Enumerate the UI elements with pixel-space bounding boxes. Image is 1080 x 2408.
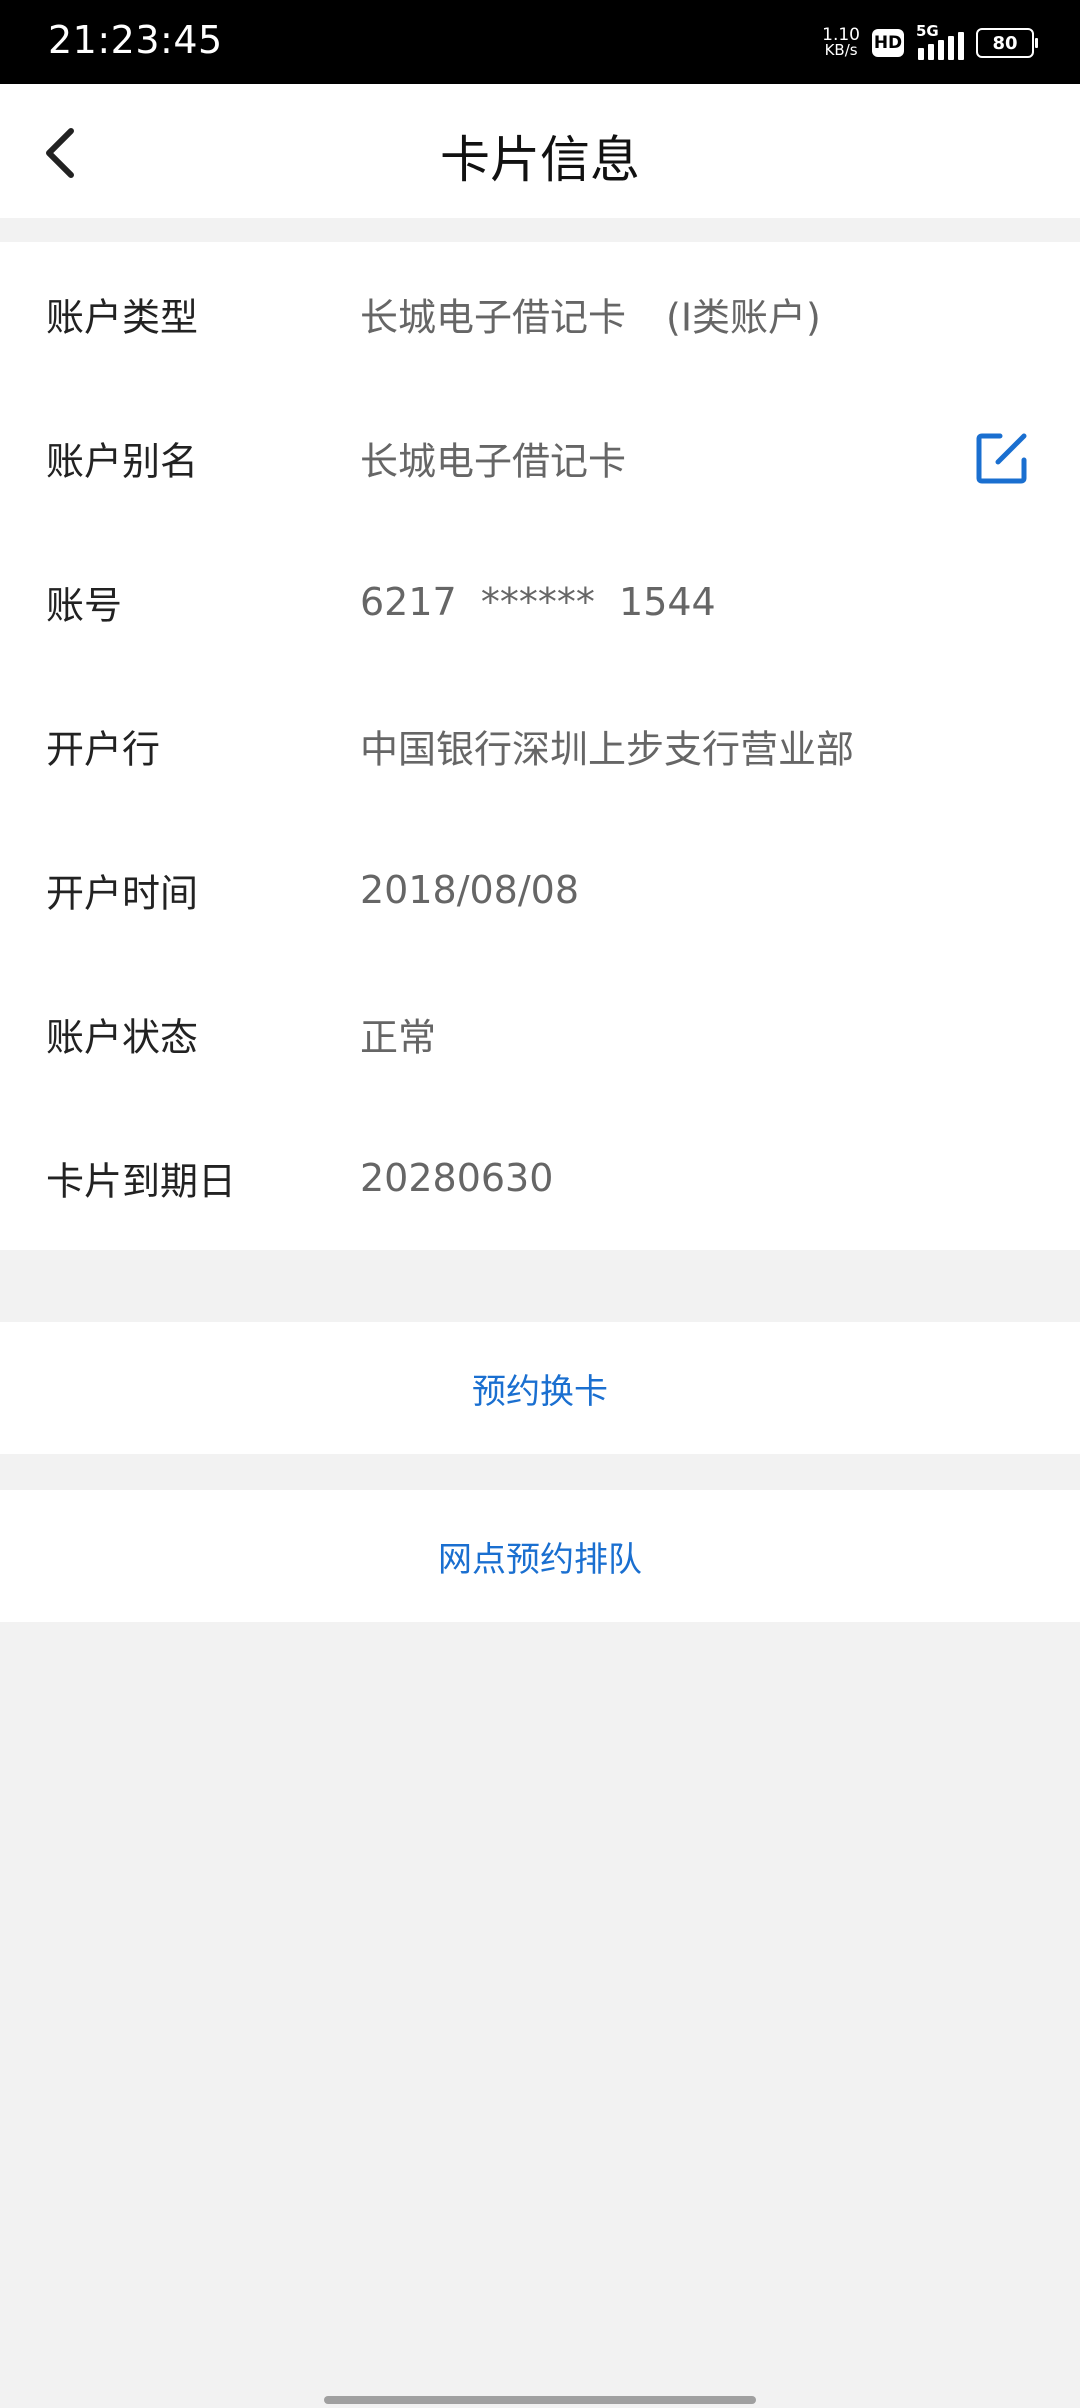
branch-queue-reservation-button[interactable]: 网点预约排队 [0, 1490, 1080, 1622]
edit-square-icon [976, 433, 1027, 484]
row-label: 开户行 [46, 727, 161, 772]
edit-alias-button[interactable] [974, 430, 1030, 486]
info-row-account-type: 账户类型 长城电子借记卡 (I类账户) [0, 242, 1080, 386]
row-label: 开户时间 [46, 871, 199, 916]
account-class-value: (I类账户) [666, 295, 821, 340]
account-alias-value: 长城电子借记卡 [360, 439, 627, 484]
opening-date-value: 2018/08/08 [360, 868, 580, 912]
row-label: 账户类型 [46, 295, 199, 340]
navigation-bar: 卡片信息 [0, 84, 1080, 218]
info-row-account-alias: 账户别名 长城电子借记卡 [0, 386, 1080, 530]
card-expiry-value: 20280630 [360, 1156, 554, 1200]
card-info-list: 账户类型 长城电子借记卡 (I类账户) 账户别名 长城电子借记卡 账号 6217 … [0, 242, 1080, 1250]
page-title: 卡片信息 [440, 131, 640, 189]
row-label: 账号 [46, 583, 123, 628]
status-icons: 1.10 KB/s HD 5G 80 [822, 22, 1038, 64]
info-row-opening-date: 开户时间 2018/08/08 [0, 818, 1080, 962]
status-bar: 21:23:45 1.10 KB/s HD 5G 80 [0, 0, 1080, 84]
info-row-account-status: 账户状态 正常 [0, 962, 1080, 1106]
reserve-card-replacement-button[interactable]: 预约换卡 [0, 1322, 1080, 1454]
row-label: 账户别名 [46, 439, 199, 484]
network-type-label: 5G [916, 22, 939, 40]
hd-icon: HD [872, 29, 904, 57]
status-time: 21:23:45 [48, 18, 223, 62]
account-type-value: 长城电子借记卡 [360, 295, 627, 340]
info-row-account-number: 账号 6217 ****** 1544 [0, 530, 1080, 674]
battery-icon: 80 [976, 28, 1038, 58]
info-row-opening-branch: 开户行 中国银行深圳上步支行营业部 [0, 674, 1080, 818]
battery-level: 80 [992, 32, 1018, 54]
home-indicator[interactable] [324, 2396, 756, 2404]
opening-branch-value: 中国银行深圳上步支行营业部 [360, 727, 855, 772]
row-value: 长城电子借记卡 (I类账户) [360, 287, 821, 342]
account-status-value: 正常 [360, 1015, 437, 1060]
row-label: 卡片到期日 [46, 1159, 237, 1204]
info-row-card-expiry: 卡片到期日 20280630 [0, 1106, 1080, 1250]
branch-queue-reservation-label: 网点预约排队 [438, 1539, 642, 1580]
account-number-value: 6217 ****** 1544 [360, 580, 716, 624]
network-speed: 1.10 KB/s [822, 27, 860, 59]
network-speed-unit: KB/s [824, 41, 858, 59]
signal-icon: 5G [916, 22, 964, 60]
reserve-card-replacement-label: 预约换卡 [472, 1371, 608, 1412]
row-label: 账户状态 [46, 1015, 199, 1060]
